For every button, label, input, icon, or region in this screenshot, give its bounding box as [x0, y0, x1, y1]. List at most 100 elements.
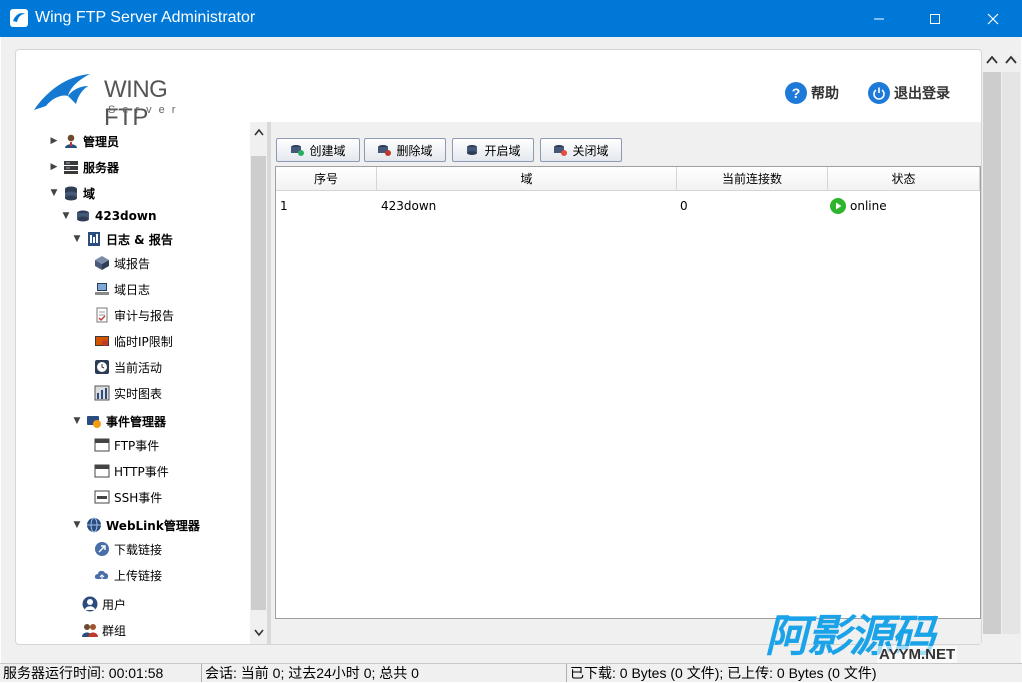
tree-item-ftp-event[interactable]: FTP事件 [94, 434, 159, 456]
scroll-up-icon[interactable] [982, 48, 1001, 70]
minimize-icon [874, 18, 884, 19]
logout-link[interactable]: 退出登录 [868, 82, 950, 104]
ftp-event-icon [94, 438, 110, 452]
server-icon [64, 161, 78, 174]
scroll-up-icon[interactable] [1001, 48, 1020, 70]
group-icon [82, 624, 98, 637]
start-domain-button[interactable]: 开启域 [452, 138, 534, 162]
scroll-track[interactable] [1002, 72, 1020, 634]
clock-activity-icon [95, 360, 109, 374]
domain-stack-icon [65, 186, 77, 201]
tree-label: HTTP事件 [114, 464, 169, 479]
tree-item-audit-report[interactable]: 审计与报告 [94, 304, 174, 326]
navigation-tree: ▶ 管理员 ▶ 服务器 ▼ 域 ▼ 423down ▼ 日志 & 报告 域报告 … [16, 122, 251, 644]
status-uptime: 服务器运行时间: 00:01:58 [3, 665, 164, 681]
logout-label: 退出登录 [894, 85, 950, 101]
collapse-arrow-icon[interactable]: ▼ [72, 520, 82, 530]
column-header-connections[interactable]: 当前连接数 [677, 167, 828, 191]
tree-item-admins[interactable]: ▶ 管理员 [49, 130, 119, 152]
tree-label: 当前活动 [114, 360, 163, 375]
tree-label: 日志 & 报告 [106, 232, 173, 247]
scroll-up-icon[interactable] [250, 122, 267, 142]
column-header-domain[interactable]: 域 [377, 167, 677, 191]
delete-domain-icon [378, 145, 392, 156]
tree-label: FTP事件 [114, 438, 160, 453]
tree-label: 用户 [102, 597, 127, 612]
close-button[interactable] [970, 0, 1016, 37]
collapse-arrow-icon[interactable]: ▼ [72, 416, 82, 426]
create-domain-label: 创建域 [309, 143, 346, 158]
tree-label: SSH事件 [114, 490, 163, 505]
title-bar: Wing FTP Server Administrator [0, 0, 1022, 37]
collapse-arrow-icon[interactable]: ▼ [61, 211, 71, 221]
status-bar: 服务器运行时间: 00:01:58 会话: 当前 0; 过去24小时 0; 总共… [0, 663, 1022, 682]
tree-label: WebLink管理器 [106, 518, 200, 533]
power-icon [868, 82, 890, 104]
tree-item-domain-423down[interactable]: ▼ 423down [61, 205, 157, 227]
user-icon [82, 596, 98, 612]
tree-label: 上传链接 [114, 568, 163, 583]
tree-item-realtime-chart[interactable]: 实时图表 [94, 382, 162, 404]
scroll-down-icon[interactable] [250, 622, 267, 642]
watermark-en: AYYM.NET [877, 646, 958, 663]
scroll-thumb[interactable] [983, 72, 1001, 634]
tree-item-weblink-manager[interactable]: ▼ WebLink管理器 [72, 514, 200, 536]
upload-cloud-icon [94, 570, 109, 580]
chart-icon [94, 385, 110, 401]
help-link[interactable]: ? 帮助 [785, 82, 839, 104]
tree-item-servers[interactable]: ▶ 服务器 [49, 156, 119, 178]
tree-item-logs-reports[interactable]: ▼ 日志 & 报告 [72, 228, 173, 250]
tree-item-download-links[interactable]: 下载链接 [94, 538, 162, 560]
tree-item-current-activity[interactable]: 当前活动 [94, 356, 162, 378]
stop-domain-icon [554, 145, 568, 156]
window-title: Wing FTP Server Administrator [35, 9, 256, 26]
collapse-arrow-icon[interactable]: ▼ [49, 188, 59, 198]
report-book-icon [88, 232, 100, 246]
expand-arrow-icon[interactable]: ▶ [49, 136, 59, 146]
tree-label: 管理员 [83, 134, 120, 149]
tree-item-upload-links[interactable]: 上传链接 [94, 564, 162, 586]
tree-scrollbar[interactable] [250, 122, 267, 644]
tree-label: 域日志 [114, 282, 151, 297]
tree-item-http-event[interactable]: HTTP事件 [94, 460, 169, 482]
column-header-status[interactable]: 状态 [828, 167, 980, 191]
collapse-arrow-icon[interactable]: ▼ [72, 234, 82, 244]
window-scrollbar[interactable] [981, 48, 1021, 663]
tree-label: 域 [83, 186, 96, 201]
tree-item-ssh-event[interactable]: SSH事件 [94, 486, 162, 508]
status-sessions: 会话: 当前 0; 过去24小时 0; 总共 0 [201, 664, 419, 682]
tree-item-users[interactable]: 用户 [82, 593, 126, 615]
expand-arrow-icon[interactable]: ▶ [49, 162, 59, 172]
tree-item-settings[interactable]: 设置 [82, 642, 126, 644]
status-transfer: 已下载: 0 Bytes (0 文件); 已上传: 0 Bytes (0 文件) [566, 664, 877, 682]
tree-item-groups[interactable]: 群组 [82, 619, 126, 641]
event-manager-icon [87, 416, 101, 428]
create-domain-button[interactable]: 创建域 [276, 138, 360, 162]
tree-label: 事件管理器 [106, 414, 167, 429]
tree-item-domain-log[interactable]: 域日志 [94, 278, 150, 300]
delete-domain-label: 删除域 [396, 143, 433, 158]
stop-domain-button[interactable]: 关闭域 [540, 138, 622, 162]
cell-connections: 0 [680, 199, 688, 213]
domain-icon [77, 210, 89, 222]
help-icon: ? [785, 82, 807, 104]
tree-label: 实时图表 [114, 386, 163, 401]
tree-item-temp-ip-limit[interactable]: 临时IP限制 [94, 330, 173, 352]
stop-domain-label: 关闭域 [572, 143, 609, 158]
maximize-button[interactable] [912, 0, 958, 37]
tree-label: 域报告 [114, 256, 151, 271]
app-icon [10, 9, 28, 27]
start-domain-label: 开启域 [484, 143, 521, 158]
online-play-icon [830, 198, 846, 214]
delete-domain-button[interactable]: 删除域 [364, 138, 446, 162]
ssh-event-icon [94, 490, 110, 504]
scroll-thumb[interactable] [251, 156, 266, 610]
minimize-button[interactable] [856, 0, 902, 37]
tree-label: 群组 [102, 623, 127, 638]
tree-item-domains[interactable]: ▼ 域 [49, 182, 95, 204]
domain-list-pane: 创建域 删除域 开启域 关闭域 序号 域 当前连接数 状态 1 423down … [271, 122, 981, 644]
close-icon [987, 13, 999, 24]
tree-item-domain-report[interactable]: 域报告 [94, 252, 150, 274]
tree-item-event-manager[interactable]: ▼ 事件管理器 [72, 410, 166, 432]
column-header-index[interactable]: 序号 [276, 167, 377, 191]
